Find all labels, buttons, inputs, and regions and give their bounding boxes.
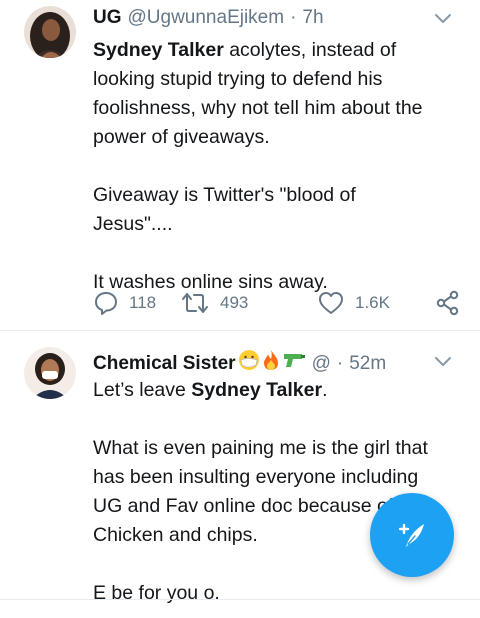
tweet-line: power of giveaways.: [93, 123, 460, 152]
mask-face-emoji: [238, 349, 260, 378]
tweet-text-segment: foolishness, why not tell him about the: [93, 97, 423, 119]
tweet-header: UG @UgwunnaEjikem · 7h: [93, 6, 452, 30]
tweet-line: Let’s leave Sydney Talker.: [93, 376, 460, 405]
timestamp[interactable]: 7h: [302, 6, 323, 30]
handle[interactable]: @: [312, 352, 331, 376]
handle[interactable]: @UgwunnaEjikem: [128, 6, 285, 30]
like-button[interactable]: 1.6K: [317, 287, 390, 319]
chevron-down-icon[interactable]: [434, 6, 452, 30]
tweet-text-segment: .: [322, 379, 328, 401]
tweet-text-segment: What is even paining me is the girl that: [93, 437, 428, 459]
tweet-line: has been insulting everyone including: [93, 463, 460, 492]
tweet-text-segment: Let’s leave: [93, 379, 192, 401]
tweet-text-segment: UG and Fav online doc because of: [93, 495, 394, 517]
retweet-count: 493: [220, 293, 249, 312]
share-button[interactable]: [435, 287, 461, 319]
tweet-line: looking stupid trying to defend his: [93, 65, 460, 94]
tweet-text-segment: E be for you o.: [93, 582, 220, 604]
reply-button[interactable]: 118: [93, 287, 156, 319]
reply-count: 118: [129, 293, 157, 312]
tweet-actions: 118 493 1.6K: [93, 287, 462, 319]
tweet-text-segment: Jesus"....: [93, 213, 173, 235]
tweet-text-segment: Giveaway is Twitter's "blood of: [93, 184, 356, 206]
tweet-line: Sydney Talker acolytes, instead of: [93, 36, 460, 65]
tweet-text: Sydney Talker acolytes, instead of lookin…: [93, 36, 460, 297]
avatar[interactable]: [24, 347, 76, 399]
heart-icon: [319, 292, 343, 314]
share-icon: [436, 290, 459, 316]
reply-icon: [95, 292, 117, 315]
tweet-text-segment: power of giveaways.: [93, 126, 270, 148]
timestamp[interactable]: 52m: [349, 352, 386, 376]
tweet-text-segment: has been insulting everyone including: [93, 466, 419, 488]
mention-text: Sydney Talker: [93, 39, 224, 61]
tweet[interactable]: UG @UgwunnaEjikem · 7h Sydney Talker aco…: [0, 0, 480, 330]
mention-text: Sydney Talker: [191, 379, 323, 401]
tweet-text-segment: Chicken and chips.: [93, 524, 258, 546]
water-pistol-emoji: [282, 349, 306, 378]
retweet-icon: [182, 293, 208, 313]
tweet-line: What is even paining me is the girl that: [93, 434, 460, 463]
fire-emoji: [260, 349, 282, 378]
chevron-down-icon[interactable]: [434, 349, 452, 373]
tweet-line: Jesus"....: [93, 210, 460, 239]
divider: [0, 599, 480, 600]
display-name[interactable]: Chemical Sister: [93, 352, 236, 376]
retweet-button[interactable]: 493: [180, 287, 248, 319]
compose-tweet-icon: [398, 523, 424, 547]
separator-dot: ·: [336, 352, 344, 374]
compose-tweet-button[interactable]: [370, 493, 454, 577]
tweet-header: Chemical Sister @ · 52m: [93, 349, 452, 378]
separator-dot: ·: [290, 7, 297, 28]
tweet-text-segment: looking stupid trying to defend his: [93, 68, 383, 90]
tweet-line: E be for you o.: [93, 579, 460, 608]
avatar[interactable]: [24, 6, 76, 58]
tweet-text-segment: acolytes, instead of: [223, 39, 397, 61]
tweet-line: Giveaway is Twitter's "blood of: [93, 181, 460, 210]
like-count: 1.6K: [355, 293, 390, 312]
display-name[interactable]: UG: [93, 6, 122, 30]
tweet-line: foolishness, why not tell him about the: [93, 94, 460, 123]
